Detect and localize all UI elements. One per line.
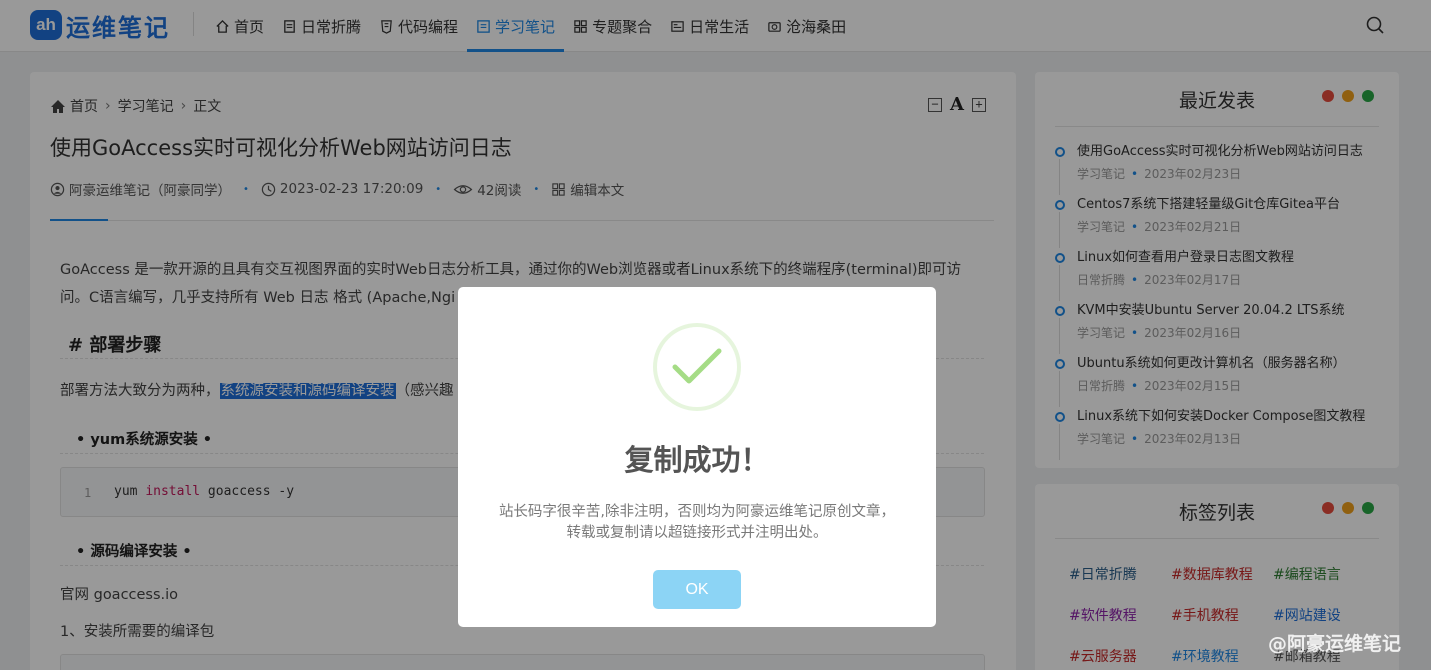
watermark-text: @阿豪运维笔记 bbox=[1268, 633, 1402, 655]
success-check-icon bbox=[653, 323, 741, 411]
dialog-title: 复制成功！ bbox=[624, 443, 770, 477]
ok-button[interactable]: OK bbox=[653, 570, 741, 609]
dialog-message: 站长码字很辛苦,除非注明，否则均为阿豪运维笔记原创文章， 转载或复制请以超链接形… bbox=[458, 502, 936, 544]
checkmark-icon bbox=[672, 348, 722, 384]
copy-success-dialog: 复制成功！ 站长码字很辛苦,除非注明，否则均为阿豪运维笔记原创文章， 转载或复制… bbox=[458, 287, 936, 627]
dialog-message-line: 转载或复制请以超链接形式并注明出处。 bbox=[566, 525, 828, 541]
dialog-message-line: 站长码字很辛苦,除非注明，否则均为阿豪运维笔记原创文章， bbox=[498, 504, 896, 520]
